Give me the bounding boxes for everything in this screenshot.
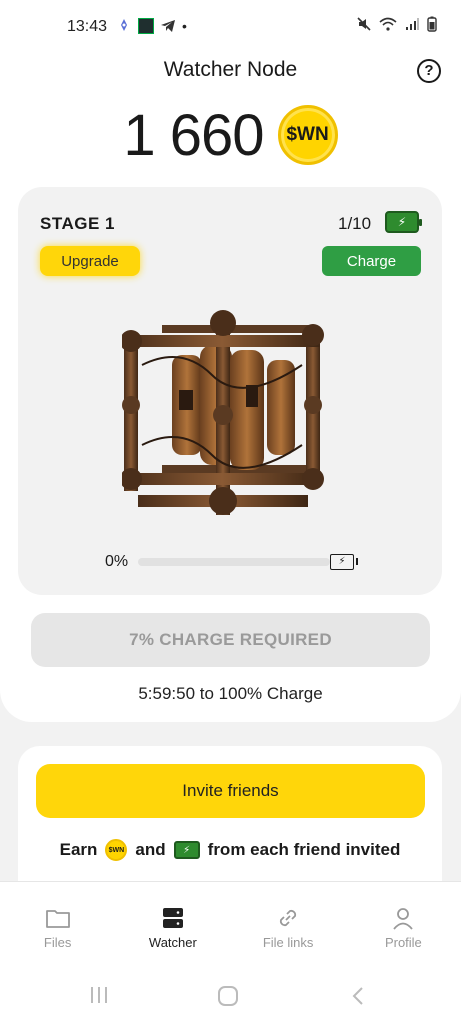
- balance-display: 1 660 $WN: [0, 100, 461, 170]
- status-time: 13:43: [67, 18, 108, 35]
- coin-label: $WN: [286, 124, 329, 145]
- signal-icon: [406, 18, 419, 30]
- page-title: Watcher Node: [163, 58, 298, 81]
- system-status-icons: [357, 16, 437, 32]
- wn-coin-small-icon: $WN: [105, 839, 128, 861]
- nav-profile[interactable]: Profile: [346, 882, 461, 963]
- app-notification-icon: [138, 18, 154, 34]
- system-nav-bar: [0, 963, 461, 1024]
- nav-label: Watcher: [148, 935, 197, 950]
- battery-outline-icon: ⚡: [330, 554, 358, 570]
- status-bar: 13:43 •: [0, 0, 461, 56]
- earn-text: Earn $WN and ⚡ from each friend invited: [18, 838, 442, 862]
- coin-small-label: $WN: [108, 846, 125, 854]
- invite-friends-button[interactable]: Invite friends: [36, 764, 425, 818]
- charge-timer: 5:59:50 to 100% Charge: [138, 684, 323, 703]
- nav-label: File links: [262, 935, 314, 950]
- progress-percent: 0%: [105, 553, 129, 570]
- wifi-icon: [379, 17, 397, 31]
- status-dot: •: [182, 18, 187, 34]
- battery-status-icon: [427, 16, 437, 32]
- battery-charge-icon: ⚡: [385, 211, 422, 233]
- node-card: STAGE 1 1/10 ⚡ Upgrade Charge 0% ⚡: [18, 187, 442, 595]
- stage-label: STAGE 1: [40, 214, 115, 233]
- charge-required-button[interactable]: 7% CHARGE REQUIRED: [31, 613, 430, 667]
- server-icon: [162, 908, 183, 928]
- nav-label: Profile: [384, 935, 422, 950]
- bottom-nav: Files Watcher File links Profile: [0, 881, 461, 963]
- balance-value: 1 660: [123, 102, 264, 168]
- nav-watcher[interactable]: Watcher: [115, 882, 230, 963]
- home-icon[interactable]: [217, 985, 239, 1007]
- earn-and: and: [135, 840, 166, 859]
- telegram-icon: [161, 20, 175, 32]
- charge-count: 1/10: [338, 214, 372, 233]
- battery-small-icon: ⚡: [173, 841, 200, 859]
- help-button[interactable]: ?: [417, 59, 441, 83]
- upgrade-button[interactable]: Upgrade: [40, 246, 140, 276]
- notification-icons: •: [116, 18, 187, 34]
- folder-icon: [45, 910, 70, 928]
- back-icon[interactable]: [350, 986, 366, 1006]
- wn-coin-icon: $WN: [277, 105, 338, 165]
- nav-label: Files: [43, 935, 72, 950]
- charge-button[interactable]: Charge: [322, 246, 421, 276]
- nav-files[interactable]: Files: [0, 882, 115, 963]
- link-icon: [280, 909, 297, 927]
- nav-file-links[interactable]: File links: [231, 882, 346, 963]
- earn-suffix: from each friend invited: [207, 840, 401, 859]
- mute-icon: [357, 17, 371, 31]
- recent-apps-icon[interactable]: [88, 985, 110, 1005]
- charge-progress-bar: [138, 558, 330, 566]
- person-icon: [393, 908, 414, 930]
- watcher-node-image: [122, 310, 324, 515]
- earn-prefix: Earn: [59, 840, 98, 859]
- rocket-notification-icon: [121, 19, 127, 31]
